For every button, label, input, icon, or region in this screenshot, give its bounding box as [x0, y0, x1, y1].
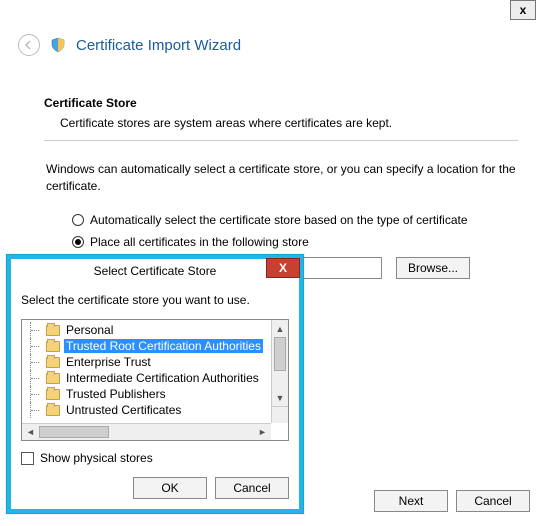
checkbox-icon	[21, 452, 34, 465]
tree-item-label: Trusted Publishers	[64, 387, 168, 401]
tree-item[interactable]: Trusted Root Certification Authorities	[26, 338, 271, 354]
scroll-right-icon[interactable]: ►	[254, 424, 271, 440]
scroll-thumb[interactable]	[39, 426, 109, 438]
folder-icon	[46, 325, 60, 336]
tree-item-label: Untrusted Certificates	[64, 403, 183, 417]
tree-connector-icon	[30, 338, 42, 354]
arrow-left-icon	[23, 39, 35, 51]
scroll-corner	[271, 406, 288, 423]
dialog-title: Select Certificate Store	[11, 259, 299, 283]
section-heading: Certificate Store	[44, 96, 518, 110]
tree-connector-icon	[30, 402, 42, 418]
tree-connector-icon	[30, 386, 42, 402]
show-physical-checkbox[interactable]: Show physical stores	[21, 451, 289, 465]
radio-place-store[interactable]: Place all certificates in the following …	[72, 235, 518, 249]
back-button[interactable]	[18, 34, 40, 56]
horizontal-scrollbar[interactable]: ◄ ►	[22, 423, 271, 440]
tree-item-label: Enterprise Trust	[64, 355, 153, 369]
browse-button[interactable]: Browse...	[396, 257, 470, 279]
radio-icon	[72, 236, 84, 248]
scroll-up-icon[interactable]: ▲	[272, 320, 288, 337]
tree-item-label: Personal	[64, 323, 115, 337]
tree-item[interactable]: Personal	[26, 322, 271, 338]
window-close-button[interactable]: x	[510, 0, 536, 20]
select-store-dialog: Select Certificate Store X Select the ce…	[6, 254, 304, 514]
tree-connector-icon	[30, 354, 42, 370]
store-tree[interactable]: Personal Trusted Root Certification Autho…	[21, 319, 289, 441]
dialog-cancel-button[interactable]: Cancel	[215, 477, 289, 499]
radio-place-label: Place all certificates in the following …	[90, 235, 309, 249]
dialog-titlebar[interactable]: Select Certificate Store X	[7, 255, 303, 283]
show-physical-label: Show physical stores	[40, 451, 153, 465]
folder-icon	[46, 357, 60, 368]
radio-auto-select[interactable]: Automatically select the certificate sto…	[72, 213, 518, 227]
next-button[interactable]: Next	[374, 490, 448, 512]
scroll-thumb[interactable]	[274, 337, 286, 371]
wizard-title: Certificate Import Wizard	[76, 37, 241, 54]
folder-icon	[46, 389, 60, 400]
cancel-button[interactable]: Cancel	[456, 490, 530, 512]
folder-icon	[46, 405, 60, 416]
dialog-instructions: Select the certificate store you want to…	[21, 293, 289, 307]
radio-auto-label: Automatically select the certificate sto…	[90, 213, 468, 227]
ok-button[interactable]: OK	[133, 477, 207, 499]
tree-item[interactable]: Intermediate Certification Authorities	[26, 370, 271, 386]
tree-item-label: Intermediate Certification Authorities	[64, 371, 261, 385]
tree-item[interactable]: Enterprise Trust	[26, 354, 271, 370]
separator	[44, 140, 518, 141]
tree-connector-icon	[30, 370, 42, 386]
folder-icon	[46, 373, 60, 384]
tree-item-label: Trusted Root Certification Authorities	[64, 339, 263, 353]
dialog-close-button[interactable]: X	[266, 258, 300, 278]
tree-item[interactable]: Untrusted Certificates	[26, 402, 271, 418]
shield-icon	[50, 37, 66, 53]
scroll-down-icon[interactable]: ▼	[272, 389, 288, 406]
tree-connector-icon	[30, 322, 42, 338]
vertical-scrollbar[interactable]: ▲ ▼	[271, 320, 288, 406]
tree-item[interactable]: Trusted Publishers	[26, 386, 271, 402]
radio-icon	[72, 214, 84, 226]
body-text: Windows can automatically select a certi…	[46, 161, 518, 195]
section-subtext: Certificate stores are system areas wher…	[60, 116, 518, 130]
scroll-left-icon[interactable]: ◄	[22, 424, 39, 440]
folder-icon	[46, 341, 60, 352]
